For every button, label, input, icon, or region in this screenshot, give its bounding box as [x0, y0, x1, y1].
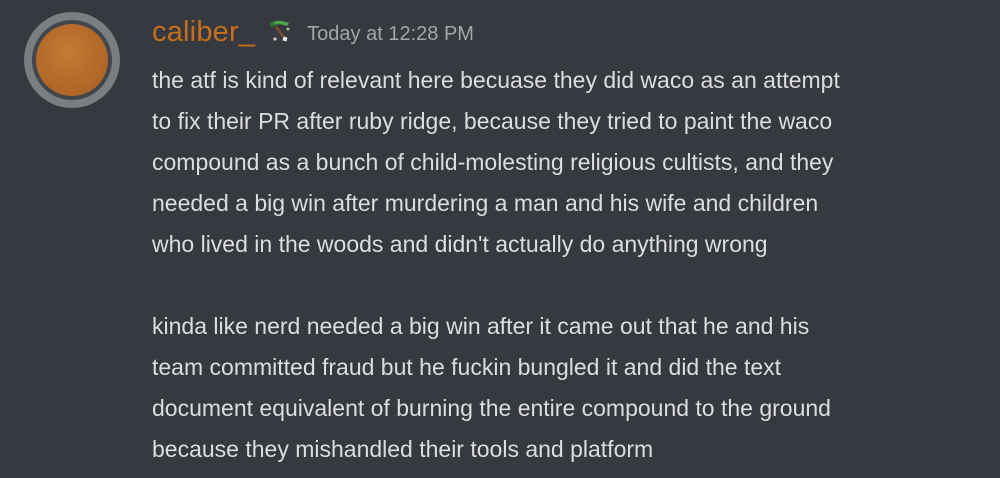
message-header: caliber_ Today at 12:28 PM [152, 12, 474, 52]
avatar-ring [32, 20, 112, 100]
message-paragraph: the atf is kind of relevant here becuase… [152, 67, 840, 257]
chat-message: caliber_ Today at 12:28 PM the atf is ki… [0, 0, 1000, 478]
pickaxe-icon-svg [270, 20, 290, 42]
message-content: the atf is kind of relevant here becuase… [152, 60, 982, 470]
avatar-image [36, 24, 108, 96]
timestamp[interactable]: Today at 12:28 PM [307, 14, 474, 54]
user-avatar[interactable] [24, 12, 120, 108]
message-paragraph: kinda like nerd needed a big win after i… [152, 313, 831, 462]
pickaxe-icon[interactable] [265, 17, 295, 47]
username[interactable]: caliber_ [152, 12, 255, 52]
